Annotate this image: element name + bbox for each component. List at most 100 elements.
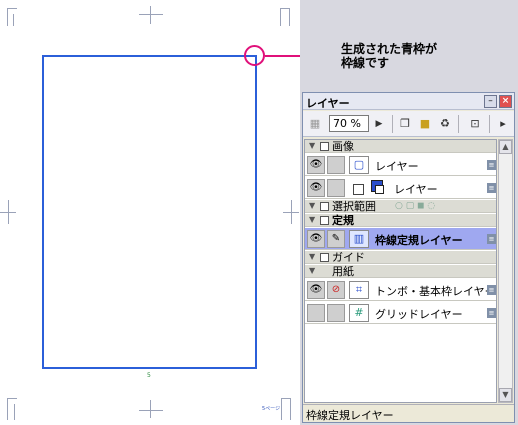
crop-mark	[289, 8, 290, 26]
layer-group-image[interactable]: ▼ 画像	[305, 140, 496, 153]
crop-mark	[139, 14, 163, 15]
no-print-icon[interactable]: ⊘	[327, 281, 345, 299]
crop-mark	[280, 8, 290, 9]
selection-icon	[320, 202, 329, 211]
visibility-eye-icon[interactable]: 👁	[307, 156, 325, 174]
layer-list-scrollbar[interactable]: ▲ ▼	[498, 139, 513, 403]
group-label: 定規	[332, 214, 354, 227]
layer-option-icon[interactable]: ≡	[487, 234, 496, 244]
page-label: 5ページ	[262, 406, 281, 412]
crop-mark	[150, 400, 151, 418]
panel-titlebar[interactable]: レイヤー – ×	[303, 93, 514, 110]
crop-mark	[14, 404, 15, 420]
folder-icon[interactable]: ■	[417, 116, 433, 132]
lock-icon[interactable]: ⊡	[467, 116, 483, 132]
lock-cell[interactable]	[327, 304, 345, 322]
layer-name: トンボ・基本枠レイヤー	[375, 285, 496, 298]
close-button[interactable]: ×	[499, 95, 512, 108]
panel-toolbar: ▦ 70 % ▶ ❐ ■ ♻ ⊡ ▸	[303, 111, 514, 137]
frame-ruler-icon: ▥	[349, 230, 369, 248]
new-layer-icon[interactable]: ❐	[397, 116, 413, 132]
visibility-toggle[interactable]	[307, 304, 325, 322]
layer-group-paper[interactable]: ▼ 用紙	[305, 265, 496, 278]
crop-mark	[7, 398, 17, 399]
layer-group-ruler[interactable]: ▼ 定規	[305, 214, 496, 227]
blue-panel-frame[interactable]	[42, 55, 257, 369]
collapse-caret-icon[interactable]: ▼	[309, 215, 315, 224]
grid-icon: #	[349, 304, 369, 322]
layer-panel: レイヤー – × ▦ 70 % ▶ ❐ ■ ♻ ⊡ ▸ ▼ 画像 👁 ▢ レイヤ…	[302, 92, 515, 423]
zoom-input[interactable]: 70 %	[329, 115, 369, 132]
crop-mark	[281, 398, 291, 399]
page-number: 5	[147, 372, 151, 379]
group-label: 用紙	[332, 265, 354, 278]
toolbar-separator	[458, 115, 459, 133]
trash-icon[interactable]: ♻	[437, 116, 453, 132]
layer-option-icon[interactable]: ≡	[487, 183, 496, 193]
layer-row[interactable]: 👁 ▢ レイヤー ≡	[305, 154, 496, 176]
toolbar-separator	[489, 115, 490, 133]
guide-group-icon	[320, 253, 329, 262]
layer-row[interactable]: 👁 ⊘ ⌗ トンボ・基本枠レイヤー ≡	[305, 279, 496, 301]
crop-mark	[7, 8, 17, 9]
current-layer-label: 枠線定規レイヤー	[306, 409, 394, 422]
layer-group-selection[interactable]: ▼ 選択範囲 ○ ▢ ◼ ◌	[305, 200, 496, 213]
crop-mark-icon: ⌗	[349, 281, 369, 299]
crop-mark	[150, 6, 151, 24]
crop-mark	[290, 398, 291, 420]
minimize-button[interactable]: –	[484, 95, 497, 108]
background-color-icon[interactable]	[375, 185, 384, 194]
layer-row-selected[interactable]: 👁 ✎ ▥ 枠線定規レイヤー ≡	[305, 228, 496, 250]
toolbar-separator	[392, 115, 393, 133]
group-label: 画像	[332, 140, 354, 153]
panel-statusbar: 枠線定規レイヤー	[303, 404, 514, 422]
canvas-area[interactable]: 5 5ページ	[0, 0, 334, 425]
selection-tools-icon: ○ ▢ ◼ ◌	[395, 201, 436, 211]
panel-menu-icon[interactable]: ▸	[495, 116, 511, 132]
crop-mark	[8, 200, 9, 224]
annotation-line-1: 生成された青枠が	[341, 42, 438, 56]
layer-settings-icon[interactable]: ▦	[307, 116, 323, 132]
layer-name: グリッドレイヤー	[375, 308, 463, 321]
highlight-circle	[244, 45, 265, 66]
collapse-caret-icon[interactable]: ▼	[309, 141, 315, 150]
scroll-up-icon[interactable]: ▲	[499, 140, 512, 154]
layer-name: レイヤー	[375, 160, 419, 173]
ruler-group-icon	[320, 216, 329, 225]
layer-list: ▼ 画像 👁 ▢ レイヤー ≡ 👁 レイヤー ≡ ▼ 選択範囲 ○ ▢ ◼ ◌ …	[304, 139, 497, 403]
collapse-caret-icon[interactable]: ▼	[309, 252, 315, 261]
crop-mark	[281, 398, 282, 420]
crop-mark	[280, 8, 281, 26]
layer-name: 枠線定規レイヤー	[375, 234, 463, 247]
group-label: 選択範囲	[332, 200, 376, 213]
crop-mark	[7, 8, 8, 26]
crop-mark	[139, 410, 163, 411]
layer-row[interactable]: 👁 レイヤー ≡	[305, 177, 496, 199]
layer-color-swatch[interactable]	[353, 184, 364, 195]
layer-name: レイヤー	[394, 183, 438, 196]
lock-cell[interactable]	[327, 156, 345, 174]
group-label: ガイド	[332, 251, 365, 264]
collapse-caret-icon[interactable]: ▼	[309, 266, 315, 275]
layer-option-icon[interactable]: ≡	[487, 308, 496, 318]
layer-option-icon[interactable]: ≡	[487, 160, 496, 170]
lock-cell[interactable]	[327, 179, 345, 197]
group-icon	[320, 142, 329, 151]
visibility-eye-icon[interactable]: 👁	[307, 230, 325, 248]
visibility-eye-icon[interactable]: 👁	[307, 281, 325, 299]
layer-row[interactable]: # グリッドレイヤー ≡	[305, 302, 496, 324]
annotation-line-2: 枠線です	[341, 56, 390, 70]
panel-title: レイヤー	[306, 97, 350, 110]
crop-mark	[13, 14, 14, 26]
annotation-text: 生成された青枠が 枠線です	[341, 42, 437, 70]
layer-option-icon[interactable]: ≡	[487, 285, 496, 295]
crop-mark	[7, 398, 8, 420]
layer-type-icon: ▢	[349, 156, 369, 174]
collapse-caret-icon[interactable]: ▼	[309, 201, 315, 210]
play-icon[interactable]: ▶	[371, 116, 387, 132]
layer-group-guide[interactable]: ▼ ガイド	[305, 251, 496, 264]
visibility-eye-icon[interactable]: 👁	[307, 179, 325, 197]
pen-edit-icon[interactable]: ✎	[327, 230, 345, 248]
scroll-down-icon[interactable]: ▼	[499, 388, 512, 402]
crop-mark	[291, 200, 292, 224]
